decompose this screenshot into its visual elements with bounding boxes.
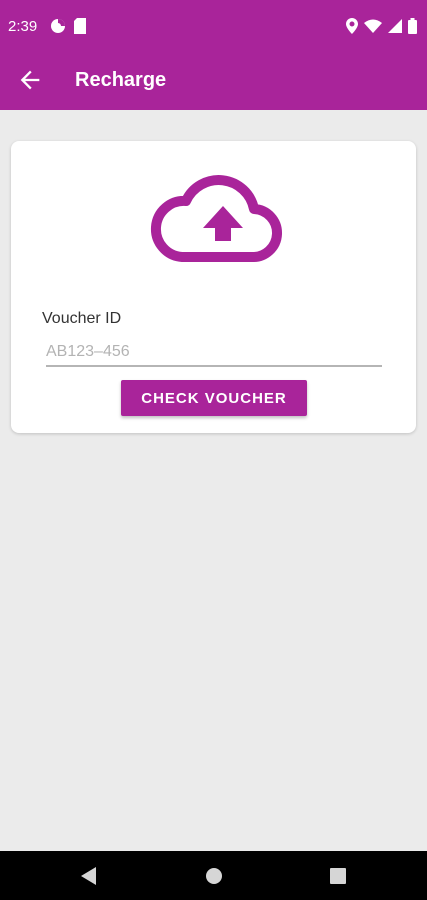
location-icon (346, 18, 358, 34)
back-triangle-icon[interactable] (80, 866, 98, 886)
page-title: Recharge (75, 69, 167, 91)
status-bar: 2:39 (0, 0, 427, 52)
arrow-back-icon[interactable] (16, 66, 44, 94)
voucher-id-label: Voucher ID (42, 310, 122, 327)
navigation-bar (0, 851, 427, 900)
sim-card-icon (74, 18, 86, 34)
check-voucher-button[interactable]: CHECK VOUCHER (121, 380, 307, 416)
signal-icon (388, 19, 402, 33)
home-circle-icon[interactable] (205, 867, 223, 885)
data-saver-icon (51, 19, 65, 33)
voucher-id-input[interactable] (46, 339, 382, 367)
wifi-icon (364, 19, 382, 33)
cloud-upload-icon (151, 175, 282, 262)
voucher-card: Voucher ID CHECK VOUCHER (11, 141, 416, 433)
status-left-icons (50, 18, 86, 34)
recents-square-icon[interactable] (330, 868, 346, 884)
status-time: 2:39 (8, 18, 38, 35)
app-bar: Recharge (0, 52, 427, 110)
status-right-icons (346, 18, 417, 34)
battery-icon (408, 18, 417, 34)
